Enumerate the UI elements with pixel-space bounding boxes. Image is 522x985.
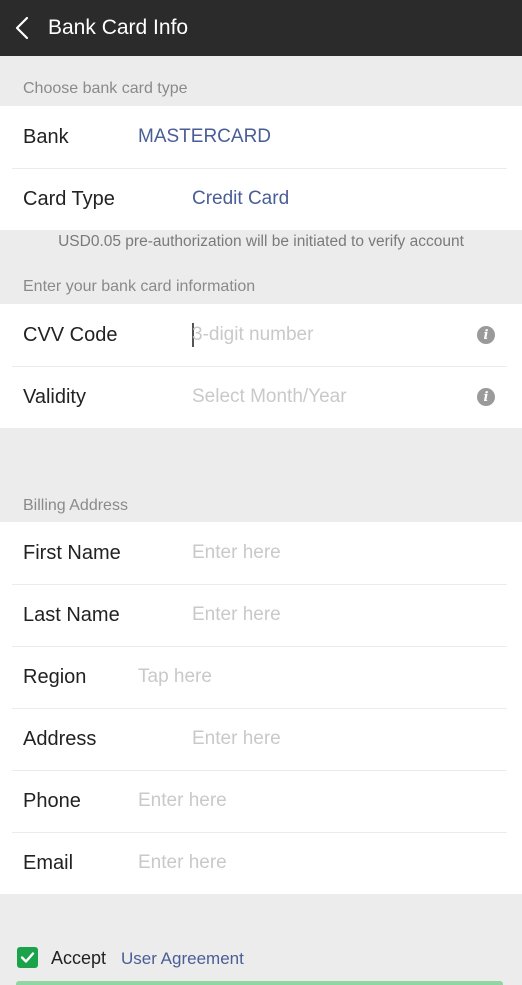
info-icon[interactable]: i	[477, 326, 495, 344]
phone-row: Phone Enter here	[0, 770, 522, 832]
billing-block: First Name Enter here Last Name Enter he…	[0, 522, 522, 894]
card-type-row[interactable]: Card Type Credit Card	[0, 168, 522, 230]
preauth-notice: USD0.05 pre-authorization will be initia…	[58, 233, 464, 250]
card-type-label: Card Type	[23, 187, 115, 210]
address-label: Address	[23, 727, 97, 750]
phone-input[interactable]: Enter here	[138, 790, 227, 812]
card-type-value: Credit Card	[192, 188, 290, 209]
last-name-input[interactable]: Enter here	[192, 604, 281, 626]
info-icon[interactable]: i	[477, 388, 495, 406]
card-type-section-label: Choose bank card type	[23, 80, 188, 97]
phone-label: Phone	[23, 789, 81, 812]
submit-button[interactable]	[16, 981, 503, 985]
email-row: Email Enter here	[0, 832, 522, 894]
email-label: Email	[23, 851, 74, 874]
bank-label: Bank	[23, 125, 69, 148]
card-type-block: Bank MASTERCARD Card Type Credit Card	[0, 106, 522, 230]
check-icon	[20, 952, 35, 963]
accept-checkbox[interactable]	[17, 947, 38, 968]
last-name-label: Last Name	[23, 603, 120, 626]
validity-row[interactable]: Validity Select Month/Year i	[0, 366, 522, 428]
cvv-input[interactable]: 3-digit number	[192, 324, 313, 346]
email-input[interactable]: Enter here	[138, 852, 227, 874]
agreement-row: Accept User Agreement	[0, 944, 522, 974]
cvv-label: CVV Code	[23, 323, 118, 346]
region-row[interactable]: Region Tap here	[0, 646, 522, 708]
user-agreement-link[interactable]: User Agreement	[121, 949, 244, 969]
validity-select[interactable]: Select Month/Year	[192, 386, 347, 408]
cvv-row: CVV Code 3-digit number i	[0, 304, 522, 366]
header-bar: Bank Card Info	[0, 0, 522, 56]
first-name-input[interactable]: Enter here	[192, 542, 281, 564]
region-select[interactable]: Tap here	[138, 666, 212, 688]
accept-label: Accept	[51, 948, 107, 968]
first-name-label: First Name	[23, 541, 121, 564]
address-row: Address Enter here	[0, 708, 522, 770]
last-name-row: Last Name Enter here	[0, 584, 522, 646]
region-label: Region	[23, 665, 87, 688]
validity-label: Validity	[23, 385, 86, 408]
back-button[interactable]	[0, 0, 44, 56]
bank-row[interactable]: Bank MASTERCARD	[0, 106, 522, 168]
address-input[interactable]: Enter here	[192, 728, 281, 750]
card-info-section-label: Enter your bank card information	[23, 278, 256, 295]
page-title: Bank Card Info	[48, 16, 189, 39]
chevron-left-icon	[15, 16, 29, 40]
first-name-row: First Name Enter here	[0, 522, 522, 584]
billing-section-label: Billing Address	[23, 497, 128, 514]
bank-value: MASTERCARD	[138, 126, 272, 147]
card-info-block: CVV Code 3-digit number i Validity Selec…	[0, 304, 522, 428]
